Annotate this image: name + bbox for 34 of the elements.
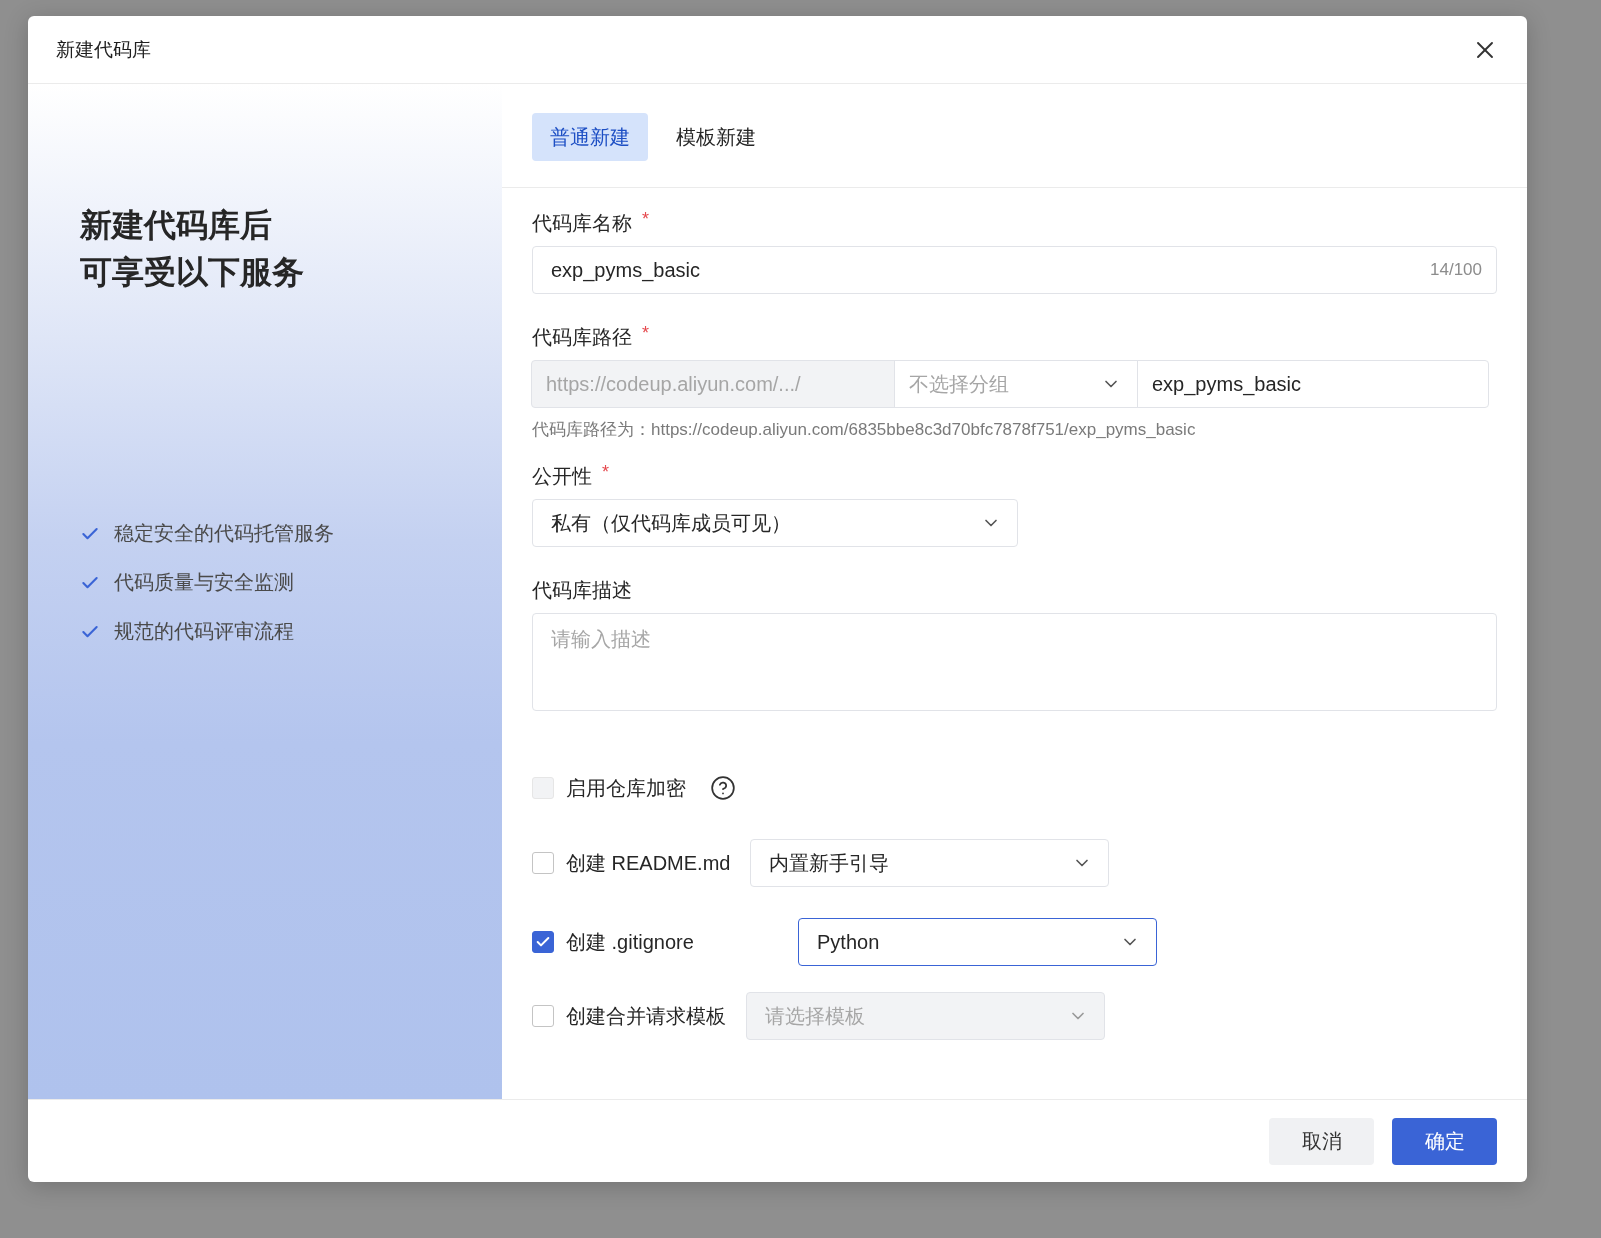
- char-counter: 14/100: [1430, 260, 1482, 280]
- promo-heading: 可享受以下服务: [80, 253, 305, 292]
- option-label: 创建 README.md: [566, 850, 731, 876]
- required-mark: *: [602, 463, 609, 481]
- feature-text: 代码质量与安全监测: [114, 571, 294, 594]
- checkbox[interactable]: [532, 852, 554, 874]
- option-label: 启用仓库加密: [566, 775, 686, 801]
- tab[interactable]: 普通新建: [532, 113, 648, 161]
- path-input[interactable]: exp_pyms_basic: [1137, 360, 1489, 408]
- cancel-button[interactable]: 取消: [1269, 1117, 1374, 1165]
- path-prefix: https://codeup.aliyun.com/.../: [531, 360, 895, 408]
- required-mark: *: [642, 210, 649, 228]
- help-icon[interactable]: [710, 775, 736, 801]
- option-label: 创建 .gitignore: [566, 929, 695, 955]
- field-label: 代码库名称: [532, 211, 632, 236]
- field-label: 公开性: [532, 464, 592, 489]
- description-input[interactable]: 请输入描述: [532, 613, 1497, 711]
- checkbox[interactable]: [532, 931, 554, 953]
- field-label: 代码库路径: [532, 325, 632, 350]
- name-input[interactable]: exp_pyms_basic 14/100: [532, 246, 1497, 294]
- option-label: 创建合并请求模板: [566, 1003, 726, 1029]
- checkbox[interactable]: [532, 1005, 554, 1027]
- confirm-button[interactable]: 确定: [1392, 1117, 1497, 1165]
- path-hint: 代码库路径为：https://codeup.aliyun.com/6835bbe8c3d70bfc7878f751/exp_pyms_basic: [532, 419, 1197, 441]
- promo-heading: 新建代码库后: [80, 206, 273, 245]
- required-mark: *: [642, 324, 649, 342]
- tab[interactable]: 模板新建: [658, 113, 774, 161]
- dialog-title: 新建代码库: [56, 37, 151, 62]
- feature-text: 稳定安全的代码托管服务: [114, 522, 334, 545]
- option-select[interactable]: 内置新手引导: [750, 839, 1110, 887]
- field-label: 代码库描述: [532, 578, 632, 603]
- option-select[interactable]: Python: [798, 918, 1157, 966]
- visibility-select[interactable]: 私有（仅代码库成员可见）: [532, 499, 1018, 547]
- feature-text: 规范的代码评审流程: [114, 620, 294, 643]
